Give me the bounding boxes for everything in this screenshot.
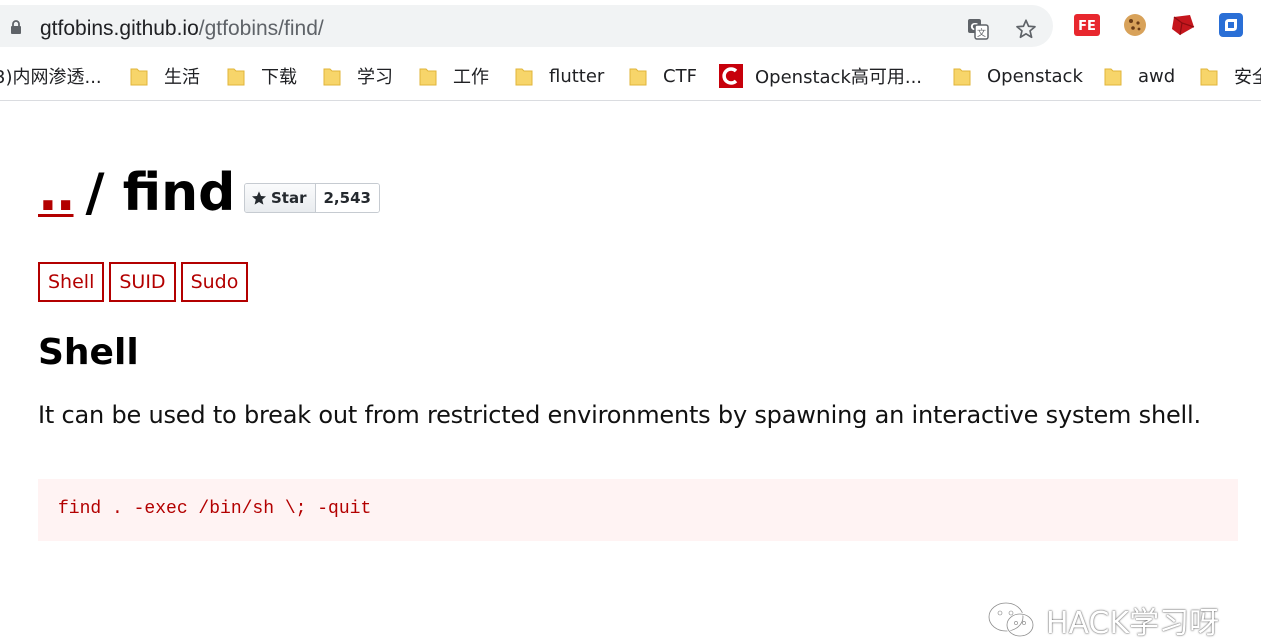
c-logo-icon [719, 64, 743, 88]
folder-icon [515, 68, 533, 86]
bookmark-folder-gongzuo[interactable]: 工作 [419, 62, 489, 90]
github-star-widget: Star 2,543 [244, 183, 380, 213]
bookmark-label: 工作 [453, 67, 489, 88]
tag-sudo[interactable]: Sudo [180, 262, 249, 302]
section-description: It can be used to break out from restric… [38, 401, 1201, 429]
bookmark-folder-xuexi[interactable]: 学习 [323, 62, 393, 90]
bookmark-folder-awd[interactable]: awd [1104, 62, 1175, 90]
bookmark-label: 3)内网渗透... [0, 67, 102, 88]
svg-text:文: 文 [977, 27, 986, 39]
bookmark-neiwang[interactable]: 3)内网渗透... [0, 62, 102, 90]
tag-suid[interactable]: SUID [109, 262, 176, 302]
bookmark-label: Openstack [987, 65, 1083, 87]
bookmark-folder-anquan[interactable]: 安全 [1200, 62, 1261, 90]
star-count[interactable]: 2,543 [315, 184, 379, 212]
url-text[interactable]: gtfobins.github.io/gtfobins/find/ [40, 17, 324, 41]
wechat-icon [987, 601, 1035, 638]
code-text[interactable]: find . -exec /bin/sh \; -quit [58, 499, 371, 519]
address-bar[interactable]: gtfobins.github.io/gtfobins/find/ G 文 [0, 5, 1053, 47]
star-button[interactable]: Star [245, 184, 316, 212]
lock-icon[interactable] [10, 20, 22, 34]
url-path: /gtfobins/find/ [198, 17, 324, 40]
star-label: Star [271, 189, 307, 207]
bookmark-label: flutter [549, 65, 605, 87]
folder-icon [629, 68, 647, 86]
page-title-text: / find [85, 163, 236, 223]
tag-shell[interactable]: Shell [38, 262, 105, 302]
watermark: HACK学习呀 [986, 598, 1219, 642]
browser-toolbar: gtfobins.github.io/gtfobins/find/ G 文 FE [0, 0, 1261, 52]
bookmark-label: awd [1138, 65, 1176, 87]
folder-icon [227, 68, 245, 86]
watermark-text: HACK学习呀 [1046, 606, 1220, 641]
bookmark-label: CTF [663, 65, 697, 87]
parent-link[interactable]: .. [38, 163, 75, 223]
bookmarks-bar: 3)内网渗透... 生活 下载 学习 工作 flutter CTF Openst… [0, 52, 1261, 101]
folder-icon [419, 68, 437, 86]
bookmark-folder-ctf[interactable]: CTF [629, 62, 697, 90]
bookmark-label: 学习 [357, 67, 393, 88]
folder-icon [1104, 68, 1122, 86]
function-tags: Shell SUID Sudo [38, 262, 249, 302]
code-block: find . -exec /bin/sh \; -quit [38, 479, 1238, 541]
bookmark-label: Openstack高可用... [755, 67, 923, 88]
bookmark-label: 下载 [261, 67, 297, 88]
star-bookmark-icon[interactable] [1014, 17, 1038, 41]
svg-text:FE: FE [1078, 19, 1096, 34]
translate-icon[interactable]: G 文 [966, 17, 990, 41]
folder-icon [130, 68, 148, 86]
folder-icon [953, 68, 971, 86]
ruby-extension-icon[interactable] [1170, 12, 1196, 38]
bookmark-openstack-ha[interactable]: Openstack高可用... [719, 62, 922, 90]
star-icon [252, 191, 266, 205]
bookmark-label: 生活 [164, 67, 200, 88]
section-heading: Shell [38, 332, 139, 373]
page-title: .. / find [38, 163, 235, 223]
blue-extension-icon[interactable] [1218, 12, 1244, 38]
url-host: gtfobins.github.io [40, 17, 199, 40]
bookmark-folder-shenghuo[interactable]: 生活 [130, 62, 200, 90]
bookmark-folder-xiazai[interactable]: 下载 [227, 62, 297, 90]
cookie-extension-icon[interactable] [1122, 12, 1148, 38]
page-content: .. / find Star 2,543 Shell SUID Sudo She… [0, 101, 1261, 641]
bookmark-folder-openstack[interactable]: Openstack [953, 62, 1083, 90]
bookmark-label: 安全 [1234, 67, 1261, 88]
folder-icon [1200, 68, 1218, 86]
bookmark-folder-flutter[interactable]: flutter [515, 62, 604, 90]
folder-icon [323, 68, 341, 86]
fe-extension-icon[interactable]: FE [1074, 12, 1100, 38]
